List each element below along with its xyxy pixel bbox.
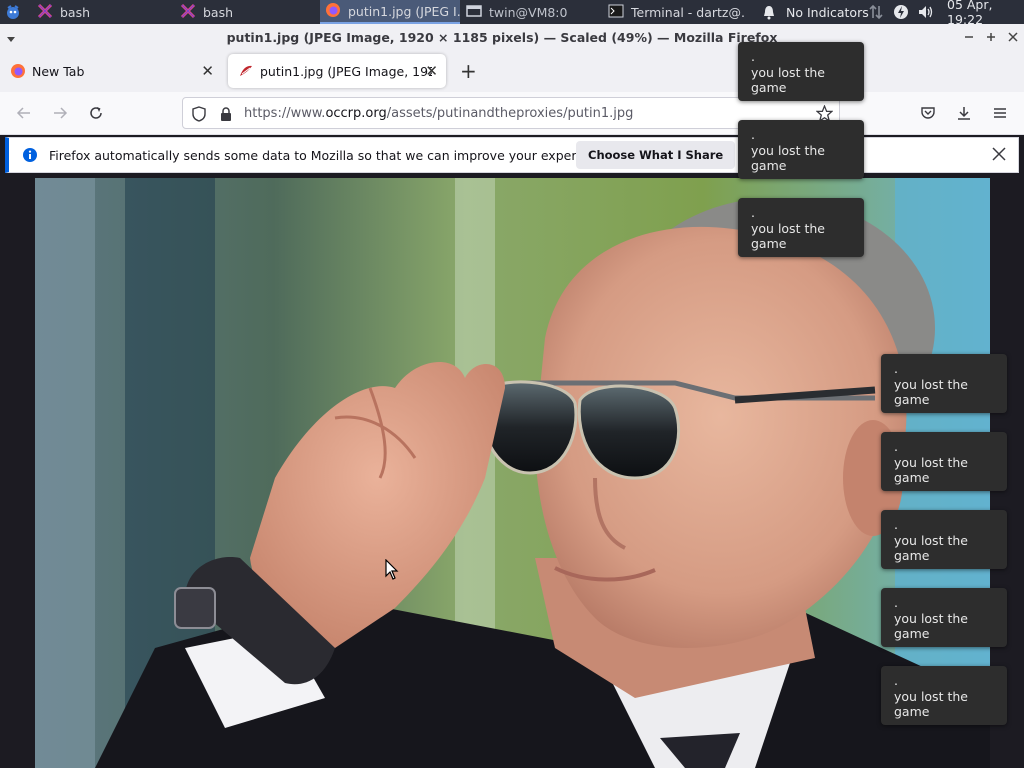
- tab-label: New Tab: [32, 63, 85, 79]
- info-icon: [22, 147, 38, 166]
- taskbar-label: putin1.jpg (JPEG I...: [348, 3, 460, 19]
- firefox-icon: [325, 2, 341, 21]
- popup-summary: .: [894, 361, 898, 376]
- taskbar-item-bash-1[interactable]: bash: [37, 0, 167, 24]
- url-path: /assets/putinandtheproxies/putin1.jpg: [386, 105, 634, 121]
- popup-summary: .: [894, 517, 898, 532]
- tab-bar: New Tab ✕ putin1.jpg (JPEG Image, 1920 ✕…: [0, 50, 1024, 92]
- volume-icon[interactable]: [917, 0, 933, 24]
- taskbar-label: bash: [203, 4, 234, 20]
- popup-body: you lost the game: [751, 143, 825, 173]
- forward-button[interactable]: [48, 101, 72, 125]
- close-notification-icon[interactable]: [992, 147, 1006, 164]
- url-text[interactable]: https://www.occrp.org/assets/putinandthe…: [244, 106, 633, 121]
- window-titlebar: putin1.jpg (JPEG Image, 1920 × 1185 pixe…: [0, 24, 1024, 50]
- notification-popup[interactable]: . you lost the game: [881, 432, 1007, 491]
- notification-message: Firefox automatically sends some data to…: [49, 147, 615, 163]
- taskbar-item-bash-2[interactable]: bash: [180, 0, 310, 24]
- xfce-menu-icon[interactable]: [5, 4, 21, 20]
- indicators-label[interactable]: No Indicators: [786, 0, 869, 24]
- x-terminal-icon: [180, 3, 196, 22]
- popup-summary: .: [751, 49, 755, 64]
- notification-popup[interactable]: . you lost the game: [738, 120, 864, 179]
- app-menu-icon[interactable]: [988, 101, 1012, 125]
- taskbar-label: bash: [60, 4, 91, 20]
- close-tab-icon[interactable]: ✕: [201, 62, 214, 80]
- data-collection-notification-bar: Firefox automatically sends some data to…: [5, 137, 1019, 173]
- new-tab-button[interactable]: +: [460, 59, 477, 83]
- shield-icon[interactable]: [191, 106, 207, 125]
- popup-summary: .: [894, 595, 898, 610]
- notification-popup[interactable]: . you lost the game: [881, 354, 1007, 413]
- tab-new-tab[interactable]: New Tab ✕: [0, 54, 222, 88]
- back-button[interactable]: [12, 101, 36, 125]
- popup-summary: .: [751, 127, 755, 142]
- taskbar-item-twin[interactable]: twin@VM8:0: [466, 0, 596, 24]
- popup-body: you lost the game: [894, 611, 968, 641]
- notification-popup[interactable]: . you lost the game: [881, 510, 1007, 569]
- close-window-button[interactable]: [1008, 24, 1018, 50]
- notification-popup[interactable]: . you lost the game: [738, 42, 864, 101]
- window-icon: [466, 4, 482, 21]
- displayed-photo[interactable]: [35, 178, 990, 768]
- window-title: putin1.jpg (JPEG Image, 1920 × 1185 pixe…: [226, 29, 778, 45]
- popup-summary: .: [894, 439, 898, 454]
- popup-summary: .: [751, 205, 755, 220]
- popup-body: you lost the game: [751, 65, 825, 95]
- url-prefix: https://www.: [244, 105, 326, 121]
- close-tab-icon[interactable]: ✕: [425, 62, 438, 80]
- window-menu-chevron-icon[interactable]: [6, 32, 16, 47]
- panel-clock[interactable]: 05 Apr, 19:22: [947, 0, 1024, 27]
- lock-icon[interactable]: [219, 106, 233, 125]
- url-domain: occrp.org: [325, 105, 387, 121]
- power-icon[interactable]: [893, 0, 909, 24]
- popup-summary: .: [894, 673, 898, 688]
- photo-illustration: [35, 178, 990, 768]
- taskbar-item-terminal[interactable]: Terminal - dartz@...: [608, 0, 746, 24]
- terminal-icon: [608, 4, 624, 21]
- choose-what-i-share-button[interactable]: Choose What I Share: [576, 141, 736, 169]
- popup-body: you lost the game: [894, 377, 968, 407]
- reload-button[interactable]: [84, 101, 108, 125]
- popup-body: you lost the game: [894, 689, 968, 719]
- popup-body: you lost the game: [751, 221, 825, 251]
- tab-label: putin1.jpg (JPEG Image, 1920: [260, 63, 432, 79]
- maximize-button[interactable]: [986, 24, 996, 50]
- popup-body: you lost the game: [894, 533, 968, 563]
- occrp-icon: [238, 63, 254, 79]
- firefox-icon: [10, 63, 26, 79]
- notification-popup[interactable]: . you lost the game: [881, 666, 1007, 725]
- notification-popup[interactable]: . you lost the game: [881, 588, 1007, 647]
- tab-putin1-jpg[interactable]: putin1.jpg (JPEG Image, 1920 ✕: [228, 54, 446, 88]
- network-arrows-icon[interactable]: [868, 0, 884, 24]
- minimize-button[interactable]: [964, 24, 974, 50]
- x-terminal-icon: [37, 3, 53, 22]
- mouse-cursor-icon: [385, 558, 399, 584]
- downloads-icon[interactable]: [952, 101, 976, 125]
- notification-bell-icon[interactable]: [762, 0, 776, 24]
- notification-popup[interactable]: . you lost the game: [738, 198, 864, 257]
- page-content: [0, 178, 1024, 768]
- top-panel: bash bash putin1.jpg (JPEG I... twin@VM8…: [0, 0, 1024, 27]
- popup-body: you lost the game: [894, 455, 968, 485]
- taskbar-label: Terminal - dartz@...: [631, 4, 746, 20]
- save-to-pocket-icon[interactable]: [916, 101, 940, 125]
- taskbar-item-firefox[interactable]: putin1.jpg (JPEG I...: [320, 0, 460, 24]
- taskbar-label: twin@VM8:0: [489, 4, 568, 20]
